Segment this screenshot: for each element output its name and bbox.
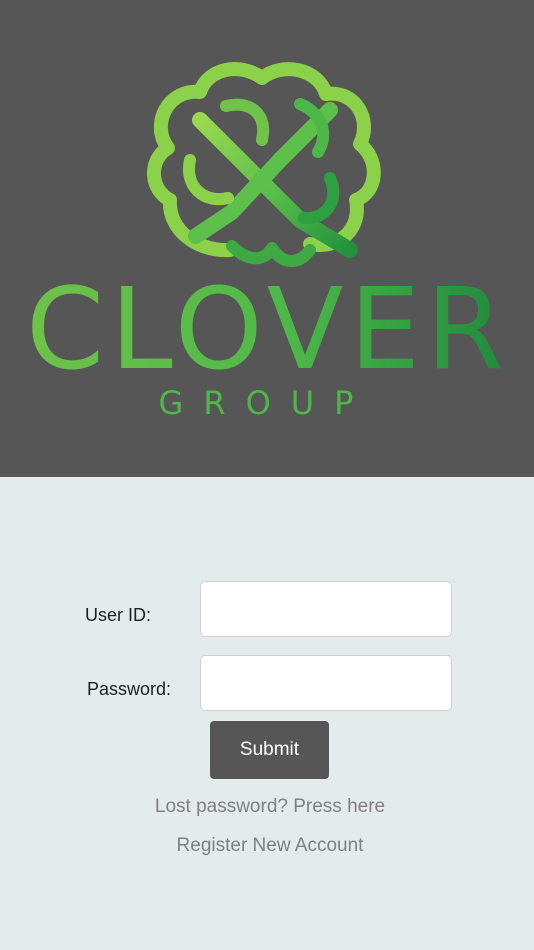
brand-name: CLOVER — [26, 265, 510, 395]
submit-button[interactable]: Submit — [210, 721, 329, 779]
user-id-input[interactable] — [200, 581, 452, 637]
user-id-label: User ID: — [85, 605, 152, 625]
clover-group-logo: CLOVER GROUP — [26, 62, 510, 422]
clover-knot-icon — [147, 62, 381, 267]
password-input[interactable] — [200, 655, 452, 711]
header-banner: CLOVER GROUP — [0, 0, 534, 477]
brand-subname: GROUP — [159, 384, 374, 422]
password-label: Password: — [87, 679, 172, 699]
lost-password-link[interactable]: Lost password? Press here — [0, 795, 534, 819]
login-area — [0, 477, 534, 950]
register-account-link[interactable]: Register New Account — [0, 834, 534, 858]
